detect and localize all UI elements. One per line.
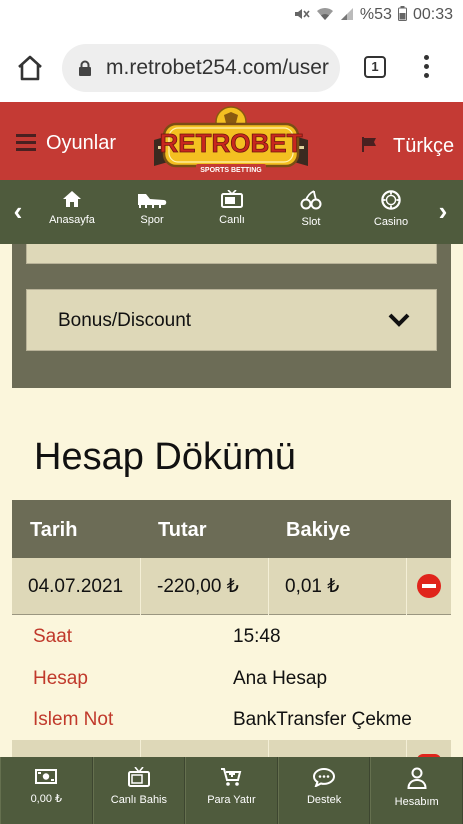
bottom-nav-account[interactable]: Hesabım xyxy=(370,757,463,824)
filter-field-partial[interactable] xyxy=(26,244,437,264)
language-flag-icon[interactable] xyxy=(361,136,379,152)
games-menu-label[interactable]: Oyunlar xyxy=(46,132,116,155)
chevron-left-icon[interactable]: ‹ xyxy=(8,198,28,226)
user-icon xyxy=(407,767,427,789)
collapse-row-icon[interactable] xyxy=(417,574,441,598)
bottom-nav-label: Para Yatır xyxy=(207,794,256,806)
cell-amount: -220,00 ₺ xyxy=(141,558,269,615)
chip-icon xyxy=(381,190,401,210)
cleat-icon xyxy=(138,194,167,208)
column-header-date: Tarih xyxy=(30,519,78,541)
battery-icon xyxy=(397,6,407,24)
statement-table-header: Tarih Tutar Bakiye xyxy=(12,500,451,558)
chat-icon xyxy=(313,767,336,787)
home-icon[interactable] xyxy=(14,52,46,84)
nav-item-anasayfa[interactable]: Anasayfa xyxy=(37,190,107,226)
nav-item-spor[interactable]: Spor xyxy=(117,190,187,226)
table-row[interactable]: 04.07.2021 -220,00 ₺ 0,01 ₺ xyxy=(12,558,451,615)
bottom-nav-live-betting[interactable]: Canlı Bahis xyxy=(92,757,186,824)
bottom-nav-deposit[interactable]: Para Yatır xyxy=(185,757,278,824)
detail-value: Ana Hesap xyxy=(233,668,328,689)
bottom-nav: 0,00 ₺ Canlı Bahis Para Yatır Destek Hes… xyxy=(0,757,463,824)
bottom-nav-label: Destek xyxy=(306,794,342,806)
site-header: Oyunlar RETROBET SPORTS BETTING Türkçe xyxy=(0,102,463,180)
detail-label: Hesap xyxy=(33,668,88,689)
nav-item-casino[interactable]: Casino xyxy=(356,190,426,228)
column-header-balance: Bakiye xyxy=(286,519,351,541)
home-icon xyxy=(63,191,81,207)
nav-label: Casino xyxy=(373,216,409,228)
nav-label: Canlı xyxy=(219,214,245,226)
nav-item-canli[interactable]: Canlı xyxy=(197,190,267,226)
url-text: m.retrobet254.com/user xyxy=(106,56,329,79)
bottom-nav-balance[interactable]: 0,00 ₺ xyxy=(0,757,93,824)
logo-text: RETROBET xyxy=(160,128,303,158)
clock: 00:33 xyxy=(412,6,453,23)
bottom-nav-support[interactable]: Destek xyxy=(277,757,371,824)
chevron-right-icon[interactable]: › xyxy=(433,198,453,226)
column-header-amount: Tutar xyxy=(158,519,207,541)
logo-subtext: SPORTS BETTING xyxy=(200,167,262,174)
tv-icon xyxy=(127,767,150,787)
mute-icon xyxy=(294,7,310,24)
cell-date: 04.07.2021 xyxy=(12,558,141,615)
detail-label: Islem Not xyxy=(33,709,114,730)
tab-switcher-button[interactable]: 1 xyxy=(364,56,386,78)
battery-text: %53 xyxy=(359,6,392,23)
cherry-icon xyxy=(300,190,322,210)
hamburger-menu-icon[interactable] xyxy=(16,134,36,151)
row-details: Saat 15:48 Hesap Ana Hesap Islem Not Ban… xyxy=(12,615,451,757)
retrobet-logo[interactable]: RETROBET SPORTS BETTING xyxy=(154,106,308,180)
wifi-icon xyxy=(316,7,334,24)
bonus-discount-label: Bonus/Discount xyxy=(58,310,192,331)
cell-balance: 0,01 ₺ xyxy=(269,558,407,615)
nav-item-slot[interactable]: Slot xyxy=(276,190,346,228)
detail-value: BankTransfer Çekme xyxy=(233,709,412,730)
bonus-discount-dropdown[interactable]: Bonus/Discount xyxy=(26,289,437,351)
language-label[interactable]: Türkçe xyxy=(393,135,454,158)
nav-label: Slot xyxy=(301,216,321,228)
tv-icon xyxy=(221,190,243,208)
url-bar[interactable]: m.retrobet254.com/user xyxy=(62,44,340,92)
lock-icon xyxy=(78,60,92,76)
signal-icon xyxy=(340,7,354,24)
nav-label: Anasayfa xyxy=(49,214,95,226)
detail-value: 15:48 xyxy=(233,626,281,647)
bottom-nav-label: Hesabım xyxy=(394,796,439,808)
bottom-nav-label: Canlı Bahis xyxy=(110,794,168,806)
page-title: Hesap Dökümü xyxy=(34,436,296,478)
more-vert-icon[interactable] xyxy=(418,52,434,82)
cash-icon xyxy=(35,769,58,784)
status-bar: %53 00:33 xyxy=(0,0,463,34)
browser-toolbar: m.retrobet254.com/user 1 xyxy=(0,34,463,102)
bottom-nav-label: 0,00 ₺ xyxy=(30,793,63,805)
detail-label: Saat xyxy=(33,626,73,647)
nav-label: Spor xyxy=(140,214,164,226)
category-nav: ‹ Anasayfa Spor Canlı Slot Casino › xyxy=(0,180,463,244)
cart-icon xyxy=(221,768,242,786)
chevron-down-icon xyxy=(388,312,410,328)
